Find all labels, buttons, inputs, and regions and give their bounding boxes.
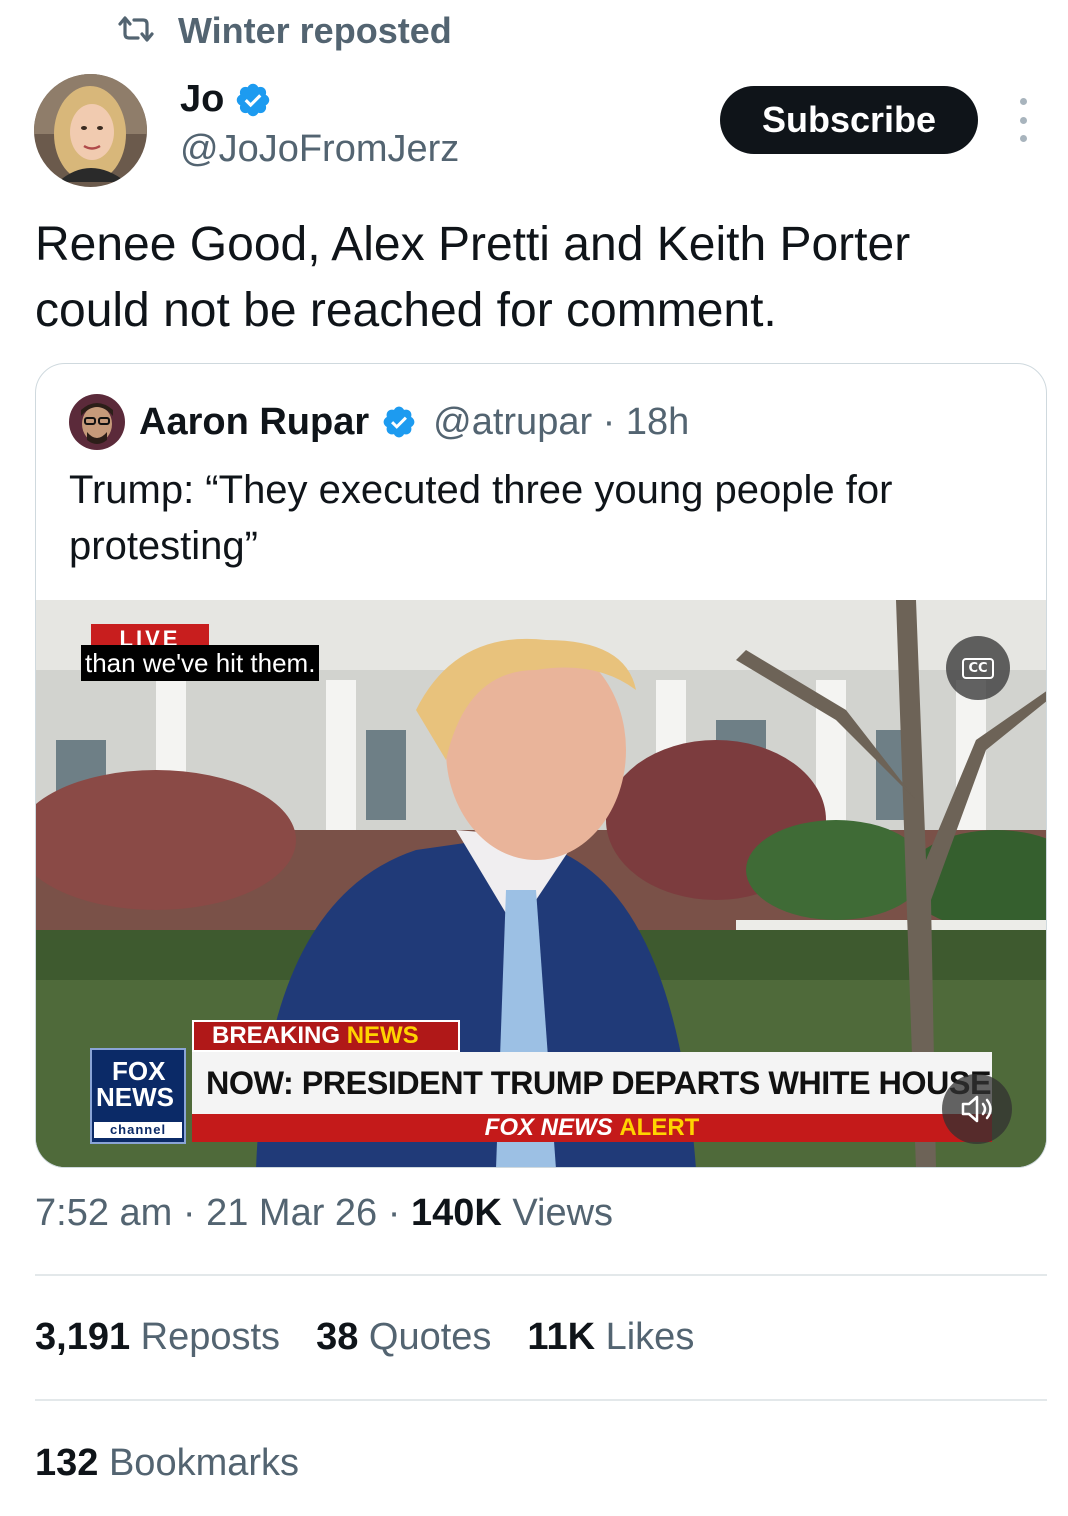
meta-separator: · [172,1192,207,1234]
subscribe-button[interactable]: Subscribe [720,86,978,154]
news-alert-bar: FOX NEWS ALERT [192,1114,992,1142]
logo-line2: NEWS [96,1082,174,1112]
repost-header[interactable]: Winter reposted [116,8,452,54]
quoted-text: Trump: “They executed three young people… [69,468,893,568]
volume-muted-icon[interactable] [942,1074,1012,1144]
alert-suffix: ALERT [619,1114,700,1141]
author-handle[interactable]: @JoJoFromJerz [180,128,459,171]
author-avatar[interactable] [34,74,147,187]
breaking-suffix: NEWS [346,1022,419,1049]
divider [35,1274,1047,1276]
channel-logo: FOX NEWS channel [90,1048,186,1144]
quotes-count: 38 [316,1316,359,1358]
tweet-meta: 7:52 am · 21 Mar 26 · 140K Views [35,1192,613,1235]
repost-text: Winter reposted [178,10,452,51]
bookmarks-stat[interactable]: 132 Bookmarks [35,1442,299,1485]
likes-count: 11K [527,1316,596,1358]
verified-badge-icon[interactable] [234,81,272,119]
views-count: 140K [410,1192,502,1234]
quotes-label: Quotes [358,1316,492,1358]
reposts-label: Reposts [130,1316,281,1358]
tweet-time[interactable]: 7:52 am [35,1192,172,1234]
quoted-author-name[interactable]: Aaron Rupar [139,401,369,444]
reposts-stat[interactable]: 3,191 Reposts [35,1316,280,1359]
cc-icon: CC [962,657,994,679]
video-player[interactable]: LIVE than we've hit them. CC FOX NEWS ch… [36,600,1046,1167]
tweet-date[interactable]: 21 Mar 26 [206,1192,377,1234]
captions-button[interactable]: CC [946,636,1010,700]
repost-icon [116,14,156,49]
video-caption: than we've hit them. [81,645,320,681]
author-name-row[interactable]: Jo [180,78,272,121]
quoted-tweet[interactable]: Aaron Rupar @atrupar · 18h Trump: “They … [35,363,1047,1168]
divider [35,1399,1047,1401]
breaking-news-tag: BREAKING NEWS [192,1020,460,1052]
meta-separator: · [377,1192,411,1234]
alert-prefix: FOX NEWS [484,1114,613,1141]
likes-stat[interactable]: 11K Likes [527,1316,694,1359]
reposts-count: 3,191 [35,1316,131,1358]
quoted-header: Aaron Rupar @atrupar · 18h [69,394,689,450]
logo-line3: channel [94,1122,182,1138]
more-vertical-icon[interactable] [1008,98,1038,142]
author-name[interactable]: Jo [180,78,224,121]
engagement-stats: 3,191 Reposts 38 Quotes 11K Likes [35,1316,694,1359]
quotes-stat[interactable]: 38 Quotes [316,1316,491,1359]
views-label: Views [501,1192,614,1234]
logo-line1: FOX [112,1056,166,1086]
quoted-avatar[interactable] [69,394,125,450]
tweet-text: Renee Good, Alex Pretti and Keith Porter… [35,218,911,337]
news-headline-banner: NOW: PRESIDENT TRUMP DEPARTS WHITE HOUSE [192,1052,992,1114]
bookmarks-label: Bookmarks [98,1442,300,1484]
verified-badge-icon [381,404,417,440]
likes-label: Likes [595,1316,695,1358]
quoted-author-handle[interactable]: @atrupar · 18h [433,401,689,444]
bookmarks-count: 132 [35,1442,99,1484]
breaking-prefix: BREAKING [212,1022,341,1049]
